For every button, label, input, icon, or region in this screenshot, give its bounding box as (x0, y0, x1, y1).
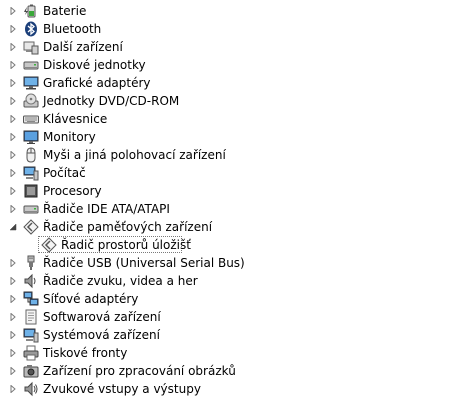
tree-item-label: Baterie (43, 4, 87, 18)
camera-icon (23, 363, 39, 379)
computer-icon (23, 165, 39, 181)
processor-icon (23, 183, 39, 199)
tree-item-softwarova-zarizeni[interactable]: Softwarová zařízení (0, 308, 470, 326)
monitor-icon (23, 129, 39, 145)
tree-item-tiskove-fronty[interactable]: Tiskové fronty (0, 344, 470, 362)
tree-item-label: Jednotky DVD/CD-ROM (43, 94, 180, 108)
other-devices-icon (23, 39, 39, 55)
expand-arrow-icon[interactable] (9, 367, 17, 375)
tree-item-radice-zvuku[interactable]: Řadiče zvuku, videa a her (0, 272, 470, 290)
expand-arrow-icon[interactable] (9, 187, 17, 195)
sound-icon (23, 273, 39, 289)
tree-item-label: Systémová zařízení (43, 328, 160, 342)
printer-icon (23, 345, 39, 361)
tree-item-label: Řadiče IDE ATA/ATAPI (43, 202, 170, 216)
expand-arrow-icon[interactable] (9, 205, 17, 213)
tree-item-label: Myši a jiná polohovací zařízení (43, 148, 226, 162)
tree-item-mysi[interactable]: Myši a jiná polohovací zařízení (0, 146, 470, 164)
tree-item-radice-usb[interactable]: Řadiče USB (Universal Serial Bus) (0, 254, 470, 272)
expand-arrow-icon[interactable] (9, 61, 17, 69)
tree-item-systemova-zarizeni[interactable]: Systémová zařízení (0, 326, 470, 344)
expand-arrow-icon[interactable] (9, 133, 17, 141)
tree-item-label: Řadiče paměťových zařízení (43, 220, 213, 234)
tree-item-label: Klávesnice (43, 112, 108, 126)
expand-arrow-icon[interactable] (9, 295, 17, 303)
expand-arrow-icon[interactable] (9, 169, 17, 177)
speaker-icon (23, 381, 39, 397)
dvd-drive-icon (23, 93, 39, 109)
expand-arrow-icon[interactable] (9, 385, 17, 393)
expand-arrow-icon[interactable] (9, 313, 17, 321)
tree-item-baterie[interactable]: Baterie (0, 2, 470, 20)
tree-item-label: Počítač (43, 166, 86, 180)
storage-controller-icon (23, 219, 39, 235)
tree-item-radice-pametovych-zarizeni[interactable]: Řadiče paměťových zařízení (0, 218, 470, 236)
tree-item-label: Zvukové vstupy a výstupy (43, 382, 201, 396)
tree-item-monitory[interactable]: Monitory (0, 128, 470, 146)
storage-spaces-icon (41, 237, 57, 253)
usb-icon (23, 255, 39, 271)
tree-item-label: Bluetooth (43, 22, 102, 36)
ide-controller-icon (23, 201, 39, 217)
tree-item-label: Další zařízení (43, 40, 123, 54)
tree-item-klavesnice[interactable]: Klávesnice (0, 110, 470, 128)
expand-arrow-icon[interactable] (9, 43, 17, 51)
keyboard-icon (23, 111, 39, 127)
tree-item-diskove-jednotky[interactable]: Diskové jednotky (0, 56, 470, 74)
tree-item-radice-ide[interactable]: Řadiče IDE ATA/ATAPI (0, 200, 470, 218)
tree-item-bluetooth[interactable]: Bluetooth (0, 20, 470, 38)
expand-arrow-icon[interactable] (9, 25, 17, 33)
tree-item-dalsi-zarizeni[interactable]: Další zařízení (0, 38, 470, 56)
expand-arrow-icon[interactable] (9, 349, 17, 357)
disk-drive-icon (23, 57, 39, 73)
display-adapter-icon (23, 75, 39, 91)
tree-item-label: Diskové jednotky (43, 58, 146, 72)
expand-arrow-icon[interactable] (9, 259, 17, 267)
tree-item-jednotky-dvd[interactable]: Jednotky DVD/CD-ROM (0, 92, 470, 110)
network-adapter-icon (23, 291, 39, 307)
tree-item-label: Monitory (43, 130, 96, 144)
expand-arrow-icon[interactable] (9, 151, 17, 159)
tree-item-procesory[interactable]: Procesory (0, 182, 470, 200)
tree-item-label: Softwarová zařízení (43, 310, 161, 324)
bluetooth-icon (23, 21, 39, 37)
expand-arrow-icon[interactable] (9, 331, 17, 339)
tree-item-label: Řadiče USB (Universal Serial Bus) (43, 256, 245, 270)
expand-arrow-icon[interactable] (9, 97, 17, 105)
tree-item-label: Řadič prostorů úložišť (61, 238, 191, 252)
expand-arrow-icon[interactable] (9, 277, 17, 285)
expand-arrow-icon[interactable] (9, 7, 17, 15)
tree-item-label: Řadiče zvuku, videa a her (43, 274, 198, 288)
software-device-icon (23, 309, 39, 325)
tree-item-pocitac[interactable]: Počítač (0, 164, 470, 182)
tree-item-label: Tiskové fronty (43, 346, 128, 360)
system-device-icon (23, 327, 39, 343)
tree-item-label: Grafické adaptéry (43, 76, 151, 90)
expand-arrow-icon[interactable] (9, 115, 17, 123)
tree-item-zarizeni-pro-zpracovani-obrazku[interactable]: Zařízení pro zpracování obrázků (0, 362, 470, 380)
expand-arrow-icon[interactable] (9, 79, 17, 87)
battery-icon (23, 3, 39, 19)
mouse-icon (23, 147, 39, 163)
device-tree: Baterie Bluetooth Další zařízení Diskové… (0, 2, 470, 398)
collapse-arrow-icon[interactable] (9, 223, 17, 231)
tree-item-radic-prostoru-ulozist[interactable]: Řadič prostorů úložišť (0, 236, 470, 254)
tree-item-graficke-adaptery[interactable]: Grafické adaptéry (0, 74, 470, 92)
tree-item-label: Síťové adaptéry (43, 292, 139, 306)
tree-item-sitove-adaptery[interactable]: Síťové adaptéry (0, 290, 470, 308)
tree-item-label: Zařízení pro zpracování obrázků (43, 364, 236, 378)
tree-item-zvukove-vstupy-a-vystupy[interactable]: Zvukové vstupy a výstupy (0, 380, 470, 398)
tree-item-label: Procesory (43, 184, 102, 198)
